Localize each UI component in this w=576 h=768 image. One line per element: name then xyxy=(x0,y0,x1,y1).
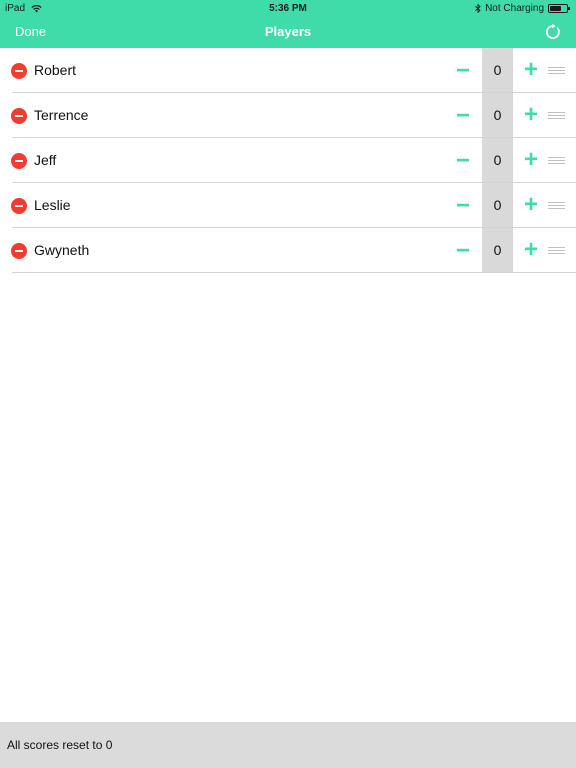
delete-icon[interactable] xyxy=(11,153,27,169)
page-title: Players xyxy=(264,24,312,39)
score-value: 0 xyxy=(493,242,502,258)
bluetooth-icon xyxy=(475,4,481,13)
decrement-button[interactable]: − xyxy=(452,58,474,84)
reorder-handle-icon[interactable] xyxy=(548,67,565,75)
decrement-button[interactable]: − xyxy=(452,148,474,174)
refresh-icon[interactable] xyxy=(544,23,562,41)
nav-bar: Done Players xyxy=(0,16,576,48)
player-row-1: Robert − 0 + xyxy=(0,48,576,93)
reorder-handle-icon[interactable] xyxy=(548,112,565,120)
player-row-3: Jeff − 0 + xyxy=(0,138,576,183)
player-list: Robert − 0 + Terrence − 0 + Jeff − 0 + L… xyxy=(0,48,576,273)
increment-button[interactable]: + xyxy=(520,192,542,218)
reorder-handle-icon[interactable] xyxy=(548,157,565,165)
score-value: 0 xyxy=(493,152,502,168)
score-value: 0 xyxy=(493,107,502,123)
header: iPad 5:36 PM Not Charging Done Players xyxy=(0,0,576,48)
decrement-button[interactable]: − xyxy=(452,238,474,264)
reorder-handle-icon[interactable] xyxy=(548,247,565,255)
status-right: Not Charging xyxy=(475,3,570,14)
player-row-5: Gwyneth − 0 + xyxy=(0,228,576,273)
player-name: Jeff xyxy=(34,152,57,168)
increment-button[interactable]: + xyxy=(520,147,542,173)
player-name: Robert xyxy=(34,62,77,78)
decrement-button[interactable]: − xyxy=(452,193,474,219)
player-row-4: Leslie − 0 + xyxy=(0,183,576,228)
player-name: Leslie xyxy=(34,197,71,213)
app-window: iPad 5:36 PM Not Charging Done Players R… xyxy=(0,0,576,768)
delete-icon[interactable] xyxy=(11,108,27,124)
battery-fill xyxy=(550,6,562,11)
row-separator xyxy=(12,272,576,273)
increment-button[interactable]: + xyxy=(520,237,542,263)
score-value: 0 xyxy=(493,197,502,213)
delete-icon[interactable] xyxy=(11,63,27,79)
player-name: Gwyneth xyxy=(34,242,90,258)
reorder-handle-icon[interactable] xyxy=(548,202,565,210)
increment-button[interactable]: + xyxy=(520,102,542,128)
toast: All scores reset to 0 xyxy=(0,722,576,768)
delete-icon[interactable] xyxy=(11,198,27,214)
delete-icon[interactable] xyxy=(11,243,27,259)
status-bar: iPad 5:36 PM Not Charging xyxy=(0,0,576,16)
toast-message: All scores reset to 0 xyxy=(7,738,113,752)
player-row-2: Terrence − 0 + xyxy=(0,93,576,138)
score-value: 0 xyxy=(493,62,502,78)
player-name: Terrence xyxy=(34,107,89,123)
decrement-button[interactable]: − xyxy=(452,103,474,129)
charging-status: Not Charging xyxy=(485,3,544,14)
battery-icon xyxy=(548,4,570,13)
increment-button[interactable]: + xyxy=(520,57,542,83)
